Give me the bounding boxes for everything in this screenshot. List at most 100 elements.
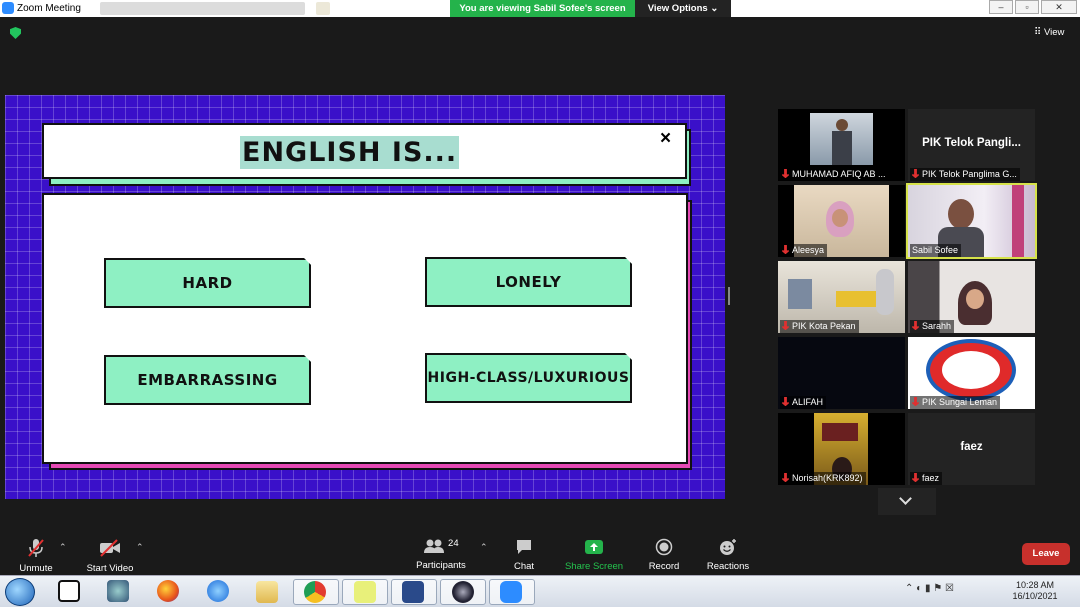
- participant-name: faez: [910, 472, 943, 485]
- participant-name-text: ALIFAH: [792, 397, 824, 407]
- unmute-button[interactable]: Unmute: [14, 538, 58, 574]
- minimize-icon[interactable]: –: [989, 0, 1013, 14]
- participant-name: PIK Sungai Leman: [910, 396, 1001, 409]
- record-button[interactable]: Record: [646, 538, 682, 572]
- chat-icon: [517, 540, 531, 554]
- firefox-icon[interactable]: [157, 580, 179, 602]
- mic-muted-icon: [28, 539, 44, 557]
- record-icon: [655, 538, 673, 556]
- window-title: Zoom Meeting: [17, 3, 81, 14]
- share-screen-icon: [585, 540, 603, 554]
- share-banner: You are viewing Sabil Sofee's screen: [450, 0, 635, 17]
- participant-name: PIK Kota Pekan: [780, 320, 859, 333]
- reactions-button[interactable]: Reactions: [704, 538, 752, 572]
- blurred-tab-2: [316, 2, 330, 15]
- taskbar-clock[interactable]: 10:28 AM 16/10/2021: [1006, 580, 1064, 602]
- body-box: [42, 193, 688, 464]
- participant-tile[interactable]: Aleesya: [778, 185, 905, 257]
- participant-name: Sabil Sofee: [910, 244, 962, 257]
- participant-tile[interactable]: PIK Telok Pangli... PIK Telok Panglima G…: [908, 109, 1035, 181]
- view-label: View: [1043, 27, 1065, 38]
- participant-name-text: faez: [922, 473, 940, 483]
- maximize-icon[interactable]: ▫: [1015, 0, 1039, 14]
- participant-name-text: Aleesya: [792, 245, 825, 255]
- participant-tile[interactable]: Sarahh: [908, 261, 1035, 333]
- reactions-label: Reactions: [706, 561, 750, 572]
- participant-tile[interactable]: PIK Sungai Leman: [908, 337, 1035, 409]
- camera-app-icon: [452, 581, 474, 603]
- chrome-icon: [304, 581, 326, 603]
- close-window-icon[interactable]: ✕: [1041, 0, 1077, 14]
- video-off-icon: [100, 539, 120, 557]
- close-icon: ×: [660, 128, 672, 149]
- participant-name: Sarahh: [910, 320, 955, 333]
- start-video-label: Start Video: [86, 563, 134, 574]
- participants-options-caret-icon[interactable]: ⌃: [480, 542, 488, 553]
- option-high-class: HIGH-CLASS/LUXURIOUS: [425, 353, 632, 403]
- participant-name-text: Norisah(KRK892): [792, 473, 863, 483]
- slide-title: ENGLISH IS...: [240, 136, 460, 169]
- clock-date: 16/10/2021: [1012, 591, 1058, 601]
- participant-name-text: Sabil Sofee: [912, 245, 959, 255]
- start-video-button[interactable]: Start Video: [84, 538, 136, 574]
- participant-tile[interactable]: Norisah(KRK892): [778, 413, 905, 485]
- participants-button[interactable]: 24 Participants: [413, 538, 469, 571]
- unmute-label: Unmute: [19, 563, 53, 574]
- dictionary-app-icon[interactable]: [58, 580, 80, 602]
- option-embarrassing: EMBARRASSING: [104, 355, 311, 405]
- option-lonely: LONELY: [425, 257, 632, 307]
- participant-tile-active-speaker[interactable]: Sabil Sofee: [906, 183, 1037, 259]
- participant-name: Aleesya: [780, 244, 828, 257]
- share-screen-label: Share Screen: [564, 561, 624, 572]
- zoom-app-icon: [2, 2, 14, 14]
- video-options-caret-icon[interactable]: ⌃: [136, 542, 144, 553]
- option-hard: HARD: [104, 258, 311, 308]
- mic-muted-icon: [782, 321, 789, 330]
- mic-muted-icon: [912, 473, 919, 482]
- internet-explorer-icon[interactable]: [207, 580, 229, 602]
- mic-muted-icon: [782, 245, 789, 254]
- sticky-notes-icon: [354, 581, 376, 603]
- audio-options-caret-icon[interactable]: ⌃: [59, 542, 67, 553]
- grid-icon: ⠿: [1034, 27, 1042, 38]
- shield-icon[interactable]: [10, 27, 21, 39]
- windows-start-icon[interactable]: [5, 578, 35, 606]
- participant-name: Norisah(KRK892): [780, 472, 866, 485]
- reactions-smiley-icon: [720, 539, 736, 555]
- system-tray[interactable]: ⌃ ◐ ▮ ⚑ ☒: [905, 583, 954, 594]
- participant-tile[interactable]: ALIFAH: [778, 337, 905, 409]
- mic-muted-icon: [782, 473, 789, 482]
- panel-resize-handle[interactable]: [728, 287, 730, 305]
- participant-name: MUHAMAD AFIQ AB ...: [780, 168, 889, 181]
- participant-tile[interactable]: faez faez: [908, 413, 1035, 485]
- mic-muted-icon: [782, 169, 789, 178]
- participants-icon: [424, 539, 445, 553]
- chat-label: Chat: [513, 561, 535, 572]
- participant-big-name: PIK Telok Pangli...: [922, 137, 1021, 149]
- clock-time: 10:28 AM: [1015, 580, 1055, 590]
- mic-muted-icon: [912, 169, 919, 178]
- participant-tile[interactable]: MUHAMAD AFIQ AB ...: [778, 109, 905, 181]
- klik-logo-image: [926, 339, 1016, 401]
- participant-name-text: PIK Telok Panglima G...: [922, 169, 1017, 179]
- participants-label: Participants: [416, 560, 466, 571]
- participant-name-text: PIK Sungai Leman: [922, 397, 998, 407]
- participant-video: [810, 113, 873, 165]
- mic-muted-icon: [912, 321, 919, 330]
- mic-muted-icon: [782, 397, 789, 406]
- leave-button[interactable]: Leave: [1022, 543, 1070, 565]
- monitor-app-icon: [402, 581, 424, 603]
- view-options-button[interactable]: View Options ⌄: [635, 0, 731, 17]
- file-explorer-icon[interactable]: [256, 581, 278, 603]
- window-controls: – ▫ ✕: [989, 0, 1077, 15]
- chat-button[interactable]: Chat: [508, 538, 540, 572]
- participant-name-text: PIK Kota Pekan: [792, 321, 856, 331]
- participant-big-name: faez: [960, 441, 983, 453]
- participant-name: PIK Telok Panglima G...: [910, 168, 1020, 181]
- blurred-tab: [100, 2, 305, 15]
- participants-icon-row: 24: [413, 538, 469, 560]
- view-button[interactable]: ⠿ View: [1034, 27, 1064, 38]
- participant-tile[interactable]: PIK Kota Pekan: [778, 261, 905, 333]
- share-screen-button[interactable]: Share Screen: [564, 538, 624, 572]
- network-app-icon[interactable]: [107, 580, 129, 602]
